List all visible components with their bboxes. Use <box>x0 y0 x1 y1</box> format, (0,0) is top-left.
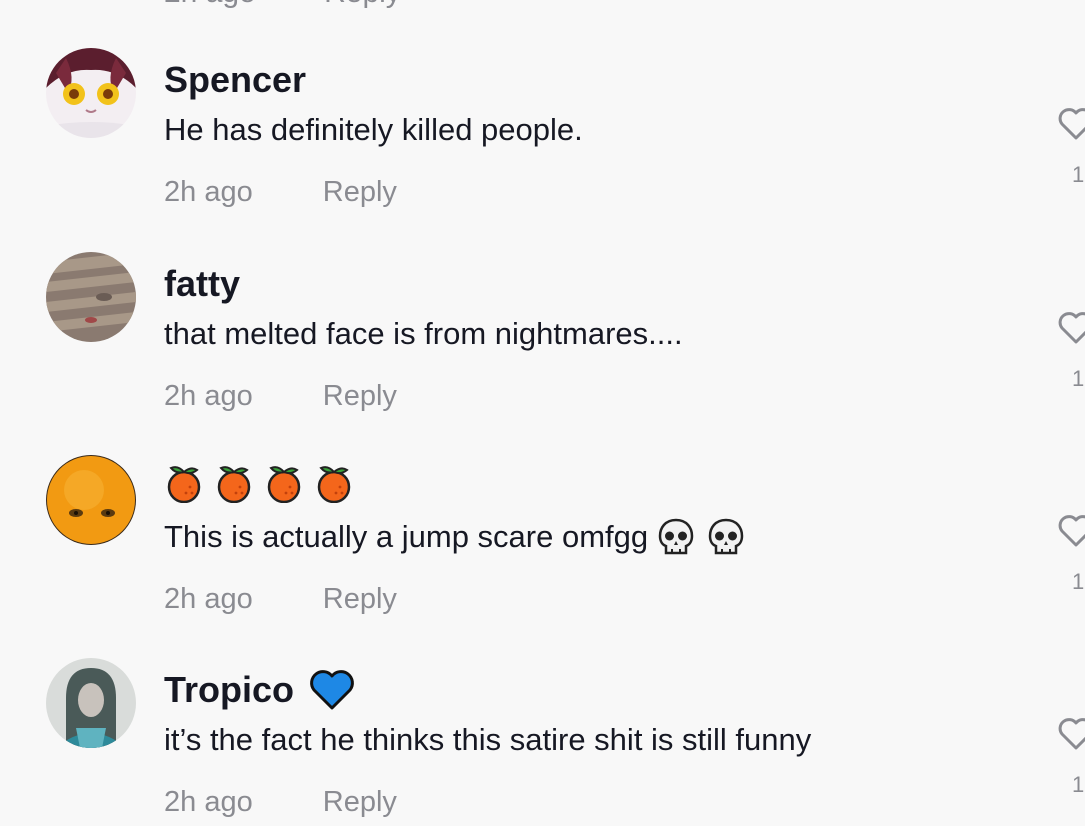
like-heart-icon[interactable] <box>1056 308 1085 348</box>
reply-button[interactable]: Reply <box>324 0 401 9</box>
comment-item: This is actually a jump scare omfgg 2h a… <box>0 455 1085 655</box>
comment-meta: 2h ago Reply <box>164 581 397 617</box>
avatar[interactable] <box>46 48 136 138</box>
avatar[interactable] <box>46 658 136 748</box>
avatar[interactable] <box>46 252 136 342</box>
like-heart-icon[interactable] <box>1056 511 1085 551</box>
reply-button[interactable]: Reply <box>323 176 397 208</box>
like-heart-icon[interactable] <box>1056 104 1085 144</box>
comments-panel: 2h ago Reply Spencer He has definitely k… <box>0 0 1085 826</box>
comment-username-row[interactable]: Tropico <box>164 666 356 714</box>
comment-time: 2h ago <box>164 176 253 208</box>
tangerine-emoji-icon <box>214 463 254 503</box>
avatar[interactable] <box>46 455 136 545</box>
tangerine-emoji-icon <box>264 463 304 503</box>
comment-item: Spencer He has definitely killed people.… <box>0 48 1085 248</box>
comment-text: that melted face is from nightmares.... <box>164 316 683 351</box>
previous-comment-meta: 2h ago Reply <box>164 0 461 10</box>
comment-text: it’s the fact he thinks this satire shit… <box>164 722 812 757</box>
comment-text: He has definitely killed people. <box>164 112 583 147</box>
reply-button[interactable]: Reply <box>323 380 397 412</box>
like-count: 1 <box>1072 569 1085 594</box>
comment-username[interactable] <box>164 463 364 503</box>
reply-button[interactable]: Reply <box>323 583 397 615</box>
like-count: 1 <box>1072 772 1085 797</box>
comment-meta: 2h ago Reply <box>164 784 397 820</box>
comment-text-row: This is actually a jump scare omfgg <box>164 517 748 557</box>
comment-username[interactable]: fatty <box>164 260 240 308</box>
comment-text: This is actually a jump scare omfgg <box>164 519 649 554</box>
comment-username[interactable]: Spencer <box>164 56 306 104</box>
reply-button[interactable]: Reply <box>323 786 397 818</box>
tangerine-emoji-icon <box>164 463 204 503</box>
skull-emoji-icon <box>706 517 744 557</box>
skull-emoji-icon <box>656 517 694 557</box>
comment-item: fatty that melted face is from nightmare… <box>0 252 1085 452</box>
tangerine-emoji-icon <box>314 463 354 503</box>
blue-heart-emoji-icon <box>308 668 356 712</box>
like-heart-icon[interactable] <box>1056 714 1085 754</box>
comment-item: Tropico it’s the fact he thinks this sat… <box>0 658 1085 826</box>
like-count: 1 <box>1072 162 1085 187</box>
comment-time: 2h ago <box>164 380 253 412</box>
like-count: 1 <box>1072 366 1085 391</box>
comment-meta: 2h ago Reply <box>164 174 397 210</box>
comment-meta: 2h ago Reply <box>164 378 397 414</box>
comment-time: 2h ago <box>164 583 253 615</box>
comment-time: 2h ago <box>164 0 256 9</box>
comment-username[interactable]: Tropico <box>164 666 294 714</box>
comment-time: 2h ago <box>164 786 253 818</box>
